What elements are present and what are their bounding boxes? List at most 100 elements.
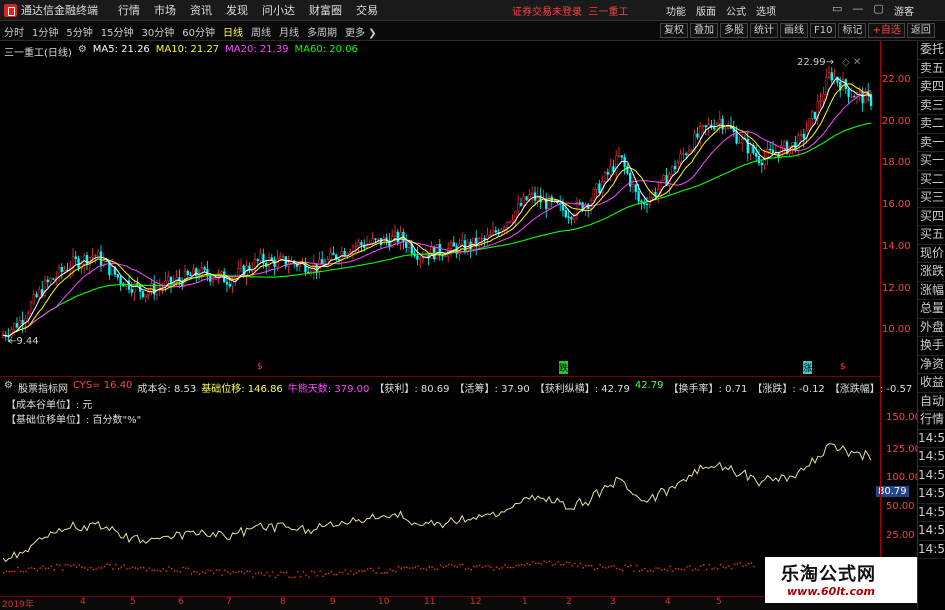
indicator-dot: [535, 562, 537, 565]
period-tab[interactable]: 30分钟: [141, 24, 174, 39]
period-tab-daily[interactable]: 日线: [223, 24, 243, 39]
indicator-dot: [84, 567, 86, 569]
period-tab[interactable]: 多周期: [307, 24, 337, 39]
menu-options[interactable]: 选项: [756, 3, 776, 18]
indicator-dot: [277, 574, 279, 576]
indicator-dot: [123, 564, 125, 566]
indicator-dot: [50, 565, 52, 568]
indicator-dot: [476, 565, 478, 567]
candle-body: [637, 191, 640, 202]
restore-icon[interactable]: ▭: [832, 2, 842, 15]
date-tick: 2: [566, 597, 572, 607]
panel-item: 卖五: [918, 60, 945, 78]
panel-item: 净资: [918, 356, 945, 374]
indicator-dot: [420, 568, 422, 570]
menu-formula[interactable]: 公式: [726, 3, 746, 18]
menu-item[interactable]: 财富圈: [309, 2, 342, 18]
menu-item[interactable]: 资讯: [190, 2, 212, 18]
candle-body: [564, 210, 567, 218]
indicator-dot: [414, 566, 416, 569]
indicator-dot: [719, 563, 722, 566]
panel-time: 14:50: [918, 448, 945, 467]
indicator-dot: [227, 571, 229, 573]
indicator-dot: [210, 569, 212, 572]
panel-item: 卖三: [918, 97, 945, 115]
candle-body: [741, 138, 744, 144]
menu-item[interactable]: 交易: [356, 2, 378, 18]
candle-body: [329, 252, 332, 260]
menu-item[interactable]: 市场: [154, 2, 176, 18]
tool-button[interactable]: 标记: [838, 23, 867, 38]
date-tick: 1: [522, 597, 528, 607]
candle-body: [405, 241, 408, 248]
indicator-dot: [504, 564, 506, 566]
indicator-dot: [341, 572, 344, 574]
panel-item[interactable]: 自动: [918, 393, 945, 411]
minimize-icon[interactable]: —: [852, 2, 863, 15]
indicator-dot: [546, 561, 548, 564]
period-tab[interactable]: 1分钟: [32, 24, 58, 39]
candle-body: [503, 227, 506, 230]
period-tab[interactable]: 月线: [279, 24, 299, 39]
indicator-chart[interactable]: [0, 378, 880, 596]
indicator-dot: [235, 571, 237, 574]
candlestick-chart[interactable]: ◇ ✕: [0, 41, 880, 375]
indicator-dot: [224, 569, 226, 571]
indicator-dot: [361, 570, 363, 572]
indicator-dot: [473, 565, 475, 568]
indicator-dot: [117, 567, 120, 570]
indicator-dot: [686, 566, 688, 568]
indicator-dot: [451, 564, 453, 566]
candle-body: [419, 257, 422, 260]
menu-item[interactable]: 发现: [226, 2, 248, 18]
candle-body: [813, 111, 817, 119]
candle-body: [270, 257, 273, 261]
candle-body: [357, 242, 360, 247]
candle-body: [480, 237, 483, 240]
menu-layout[interactable]: 版面: [696, 3, 716, 18]
period-tab[interactable]: 分时: [4, 24, 24, 39]
indicator-dot: [434, 568, 436, 571]
maximize-icon[interactable]: ▢: [873, 2, 883, 15]
candle-body: [606, 172, 609, 175]
indicator-dot: [213, 572, 215, 575]
panel-item[interactable]: 委托: [918, 41, 945, 60]
panel-item[interactable]: 行情: [918, 411, 945, 430]
high-label: 22.99→: [797, 57, 835, 68]
candle-body: [237, 268, 240, 277]
period-tab[interactable]: 60分钟: [182, 24, 215, 39]
candle-body: [858, 91, 861, 93]
menu-function[interactable]: 功能: [666, 3, 686, 18]
indicator-dot: [431, 566, 433, 568]
period-tab[interactable]: 5分钟: [66, 24, 92, 39]
candle-body: [629, 173, 632, 187]
indicator-dot: [689, 565, 691, 567]
period-tab[interactable]: 周线: [251, 24, 271, 39]
tool-button[interactable]: 多股: [720, 23, 748, 38]
login-alert[interactable]: 证券交易未登录 三一重工: [512, 3, 628, 18]
indicator-dot: [644, 567, 646, 570]
indicator-dot: [61, 569, 64, 571]
indicator-dot: [372, 569, 374, 572]
indicator-dot: [633, 570, 635, 572]
indicator-dot: [28, 567, 30, 570]
period-tab[interactable]: 15分钟: [101, 24, 134, 39]
tool-button[interactable]: 叠加: [690, 23, 718, 38]
tool-button[interactable]: 画线: [780, 23, 808, 38]
indicator-dot: [395, 571, 397, 573]
menu-item[interactable]: 行情: [118, 2, 140, 18]
menu-item[interactable]: 问小达: [262, 2, 295, 18]
guest-label[interactable]: 游客: [894, 3, 914, 18]
add-watchlist-button[interactable]: +自选: [868, 23, 905, 38]
indicator-dot: [518, 564, 520, 567]
tool-button[interactable]: 复权: [660, 23, 688, 38]
indicator-dot: [280, 571, 282, 573]
tool-button[interactable]: F10: [810, 23, 837, 38]
back-button[interactable]: 返回: [906, 23, 935, 38]
indicator-dot: [263, 574, 265, 576]
indicator-dot: [33, 567, 36, 570]
period-more[interactable]: 更多 ❯: [345, 24, 377, 39]
candle-body: [312, 263, 315, 272]
indicator-dot: [747, 562, 750, 565]
tool-button[interactable]: 统计: [750, 23, 778, 38]
